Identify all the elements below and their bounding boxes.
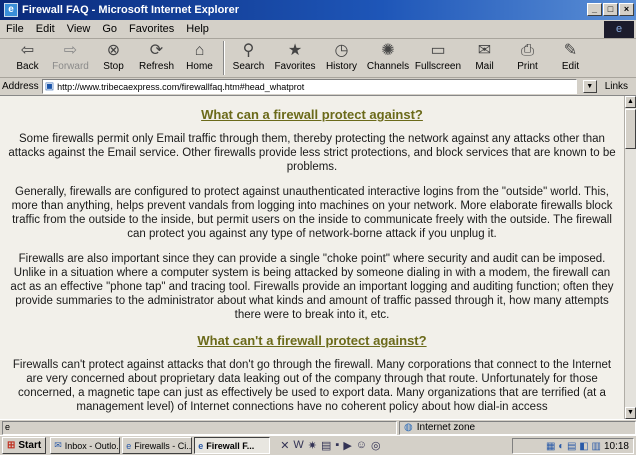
vertical-scrollbar[interactable]: ▲ ▼ — [624, 96, 636, 419]
browser-icon[interactable]: ◎ — [371, 439, 381, 452]
maximize-button[interactable]: □ — [603, 3, 618, 16]
favorites-icon: ★ — [287, 42, 303, 59]
paragraph-2: Generally, firewalls are configured to p… — [11, 186, 613, 240]
scroll-up-button[interactable]: ▲ — [625, 96, 636, 108]
globe-icon: ◍ — [404, 422, 413, 433]
menu-bar: File Edit View Go Favorites Help e — [0, 20, 636, 39]
paragraph-3: Firewalls are also important since they … — [10, 253, 614, 321]
toolbar: ⇦ Back ⇨ Forward ⊗ Stop ⟳ Refresh ⌂ Home ⚲ Sea… — [0, 39, 636, 78]
forward-arrow-icon: ⇨ — [63, 42, 78, 59]
status-page-icon: e — [5, 421, 11, 432]
menu-go[interactable]: Go — [102, 23, 117, 35]
taskbar-item-inbox[interactable]: ✉ Inbox - Outlo... — [50, 437, 121, 454]
toolbar-separator — [223, 41, 225, 75]
forward-button[interactable]: ⇨ Forward — [49, 39, 92, 77]
print-icon: ⎙ — [521, 42, 534, 59]
arrow-icon[interactable]: ▶ — [343, 439, 351, 452]
stop-button[interactable]: ⊗ Stop — [92, 39, 135, 77]
taskbar-item-firewall-faq[interactable]: e Firewall F... — [194, 437, 271, 454]
menu-favorites[interactable]: Favorites — [129, 23, 174, 35]
page-icon: ▣ — [44, 81, 55, 92]
scroll-down-button[interactable]: ▼ — [625, 407, 636, 419]
channels-icon: ✺ — [381, 42, 395, 59]
ie-icon: e — [198, 440, 204, 451]
word-icon[interactable]: W — [293, 439, 303, 452]
address-input[interactable]: ▣ http://www.tribecaexpress.com/firewall… — [41, 79, 577, 94]
menu-help[interactable]: Help — [186, 23, 209, 35]
taskbar: ⊞ Start ✉ Inbox - Outlo... e Firewalls -… — [0, 435, 636, 455]
fullscreen-icon: ▭ — [430, 42, 446, 59]
close-button[interactable]: × — [619, 3, 634, 16]
security-zone: ◍ Internet zone — [399, 420, 636, 435]
history-icon: ◷ — [334, 42, 349, 59]
folder-icon[interactable]: ▤ — [321, 439, 331, 452]
search-icon: ⚲ — [242, 42, 255, 59]
tray-icons[interactable]: ▦ ◐ ▤ ◧ ▥ — [546, 441, 601, 452]
window-title: Firewall FAQ - Microsoft Internet Explor… — [22, 4, 239, 16]
edit-button[interactable]: ✎ Edit — [549, 39, 592, 77]
quick-launch: ✕ W ✷ ▤ ▪ ▶ ☺ ◎ — [280, 439, 380, 452]
search-button[interactable]: ⚲ Search — [227, 39, 270, 77]
heading-what-cant-protect[interactable]: What can't a firewall protect against? — [6, 334, 618, 348]
address-url: http://www.tribecaexpress.com/firewallfa… — [57, 81, 305, 92]
heading-what-can-protect[interactable]: What can a firewall protect against? — [6, 108, 618, 122]
zone-label: Internet zone — [416, 422, 476, 433]
system-tray: ▦ ◐ ▤ ◧ ▥ 10:18 — [512, 438, 634, 454]
status-text: e — [2, 420, 397, 435]
stop-icon: ⊗ — [106, 42, 121, 59]
mail-button[interactable]: ✉ Mail — [463, 39, 506, 77]
ie-app-icon[interactable]: e — [4, 3, 18, 17]
app-icon[interactable]: ✷ — [308, 439, 317, 452]
outlook-icon: ✉ — [54, 440, 62, 450]
menu-view[interactable]: View — [67, 23, 91, 35]
taskbar-item-firewalls[interactable]: e Firewalls - Ci... — [122, 437, 193, 454]
home-icon: ⌂ — [194, 42, 205, 59]
menu-edit[interactable]: Edit — [36, 23, 55, 35]
address-label: Address — [2, 81, 39, 92]
menu-file[interactable]: File — [6, 23, 24, 35]
favorites-button[interactable]: ★ Favorites — [270, 39, 320, 77]
home-button[interactable]: ⌂ Home — [178, 39, 221, 77]
links-button[interactable]: Links — [605, 81, 628, 92]
scroll-thumb[interactable] — [625, 109, 636, 149]
paragraph-4: Firewalls can't protect against attacks … — [12, 359, 612, 413]
window-title-bar[interactable]: e Firewall FAQ - Microsoft Internet Expl… — [0, 0, 636, 20]
edit-icon: ✎ — [563, 42, 578, 59]
address-dropdown-button[interactable]: ▼ — [582, 80, 597, 93]
paragraph-1: Some firewalls permit only Email traffic… — [8, 133, 616, 173]
back-arrow-icon: ⇦ — [20, 42, 35, 59]
channels-button[interactable]: ✺ Channels — [363, 39, 413, 77]
excel-icon[interactable]: ✕ — [280, 439, 289, 452]
print-button[interactable]: ⎙ Print — [506, 39, 549, 77]
address-bar: Address ▣ http://www.tribecaexpress.com/… — [0, 78, 636, 96]
back-button[interactable]: ⇦ Back — [6, 39, 49, 77]
start-button[interactable]: ⊞ Start — [2, 437, 47, 454]
clock: 10:18 — [603, 440, 629, 452]
minimize-button[interactable]: _ — [587, 3, 602, 16]
refresh-button[interactable]: ⟳ Refresh — [135, 39, 178, 77]
window-controls: _ □ × — [587, 3, 634, 16]
mail-icon: ✉ — [477, 42, 492, 59]
ie-icon: e — [126, 440, 132, 451]
disk-icon[interactable]: ▪ — [335, 439, 339, 452]
status-bar: e ◍ Internet zone — [0, 419, 636, 435]
page-content: What can a firewall protect against? Som… — [0, 96, 624, 419]
history-button[interactable]: ◷ History — [320, 39, 363, 77]
refresh-icon: ⟳ — [149, 42, 164, 59]
people-icon[interactable]: ☺ — [356, 439, 367, 452]
fullscreen-button[interactable]: ▭ Fullscreen — [413, 39, 463, 77]
windows-flag-icon: ⊞ — [7, 440, 16, 451]
ie-throbber-logo: e — [604, 21, 634, 38]
